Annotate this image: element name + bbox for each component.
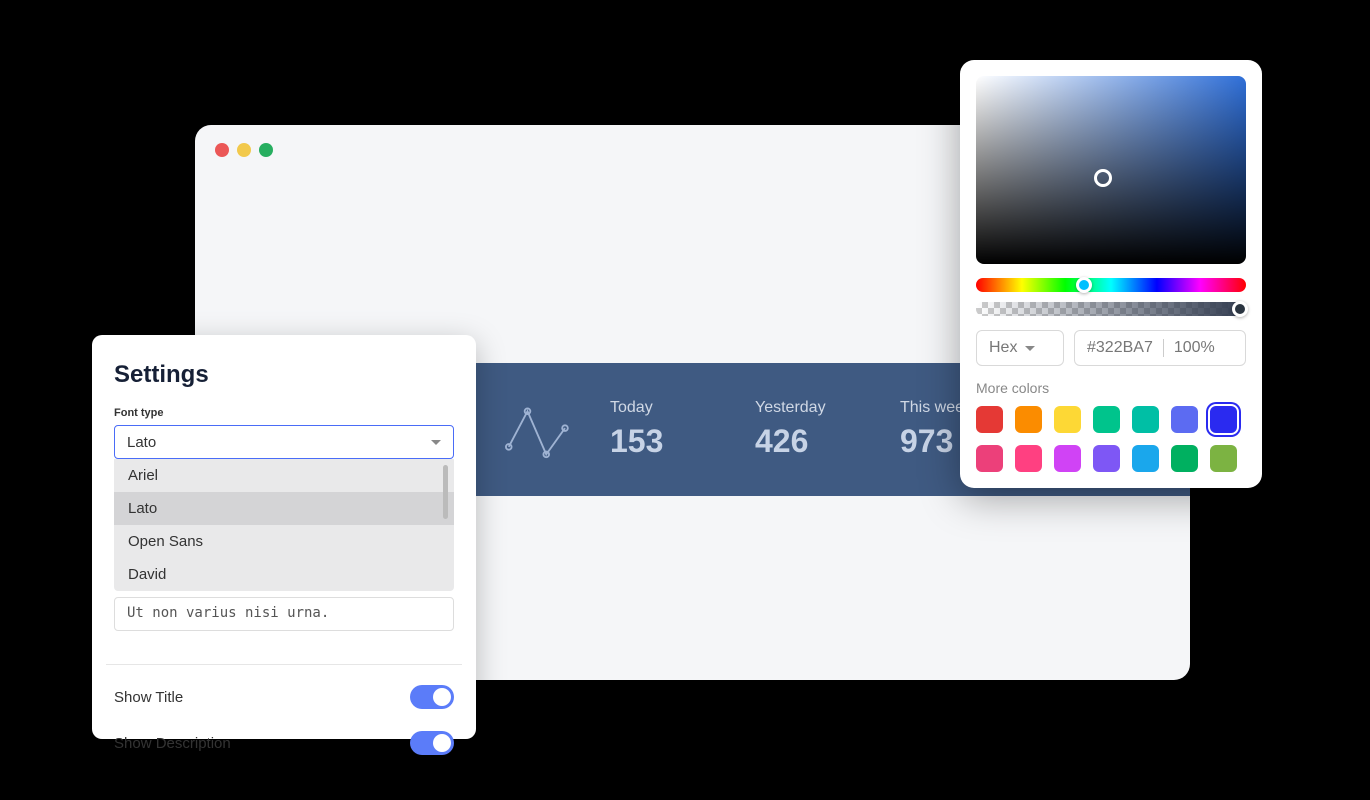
stat-yesterday: Yesterday 426 bbox=[755, 399, 845, 460]
color-swatch[interactable] bbox=[1015, 406, 1042, 433]
color-swatch[interactable] bbox=[976, 406, 1003, 433]
stat-label: Today bbox=[610, 399, 700, 417]
settings-panel: Settings Font type Lato Ariel Lato Open … bbox=[92, 335, 476, 739]
color-format-select[interactable]: Hex bbox=[976, 330, 1064, 366]
description-textarea[interactable] bbox=[114, 597, 454, 631]
window-close-button[interactable] bbox=[215, 143, 229, 157]
color-swatch[interactable] bbox=[1171, 445, 1198, 472]
hue-slider[interactable] bbox=[976, 278, 1246, 292]
toggle-label: Show Description bbox=[114, 735, 231, 752]
color-swatch[interactable] bbox=[1054, 445, 1081, 472]
color-picker-panel: Hex #322BA7 100% More colors bbox=[960, 60, 1262, 488]
chevron-down-icon bbox=[431, 440, 441, 445]
alpha-slider-handle[interactable] bbox=[1232, 301, 1248, 317]
toggle-knob bbox=[433, 688, 451, 706]
color-swatch[interactable] bbox=[976, 445, 1003, 472]
font-option-open-sans[interactable]: Open Sans bbox=[114, 525, 454, 558]
font-type-label: Font type bbox=[114, 407, 454, 419]
alpha-slider[interactable] bbox=[976, 302, 1246, 316]
window-maximize-button[interactable] bbox=[259, 143, 273, 157]
stat-value: 426 bbox=[755, 423, 845, 460]
color-swatch[interactable] bbox=[1015, 445, 1042, 472]
font-option-lato[interactable]: Lato bbox=[114, 492, 454, 525]
dropdown-scrollbar[interactable] bbox=[443, 465, 448, 519]
color-swatch[interactable] bbox=[1210, 445, 1237, 472]
color-swatch[interactable] bbox=[1132, 445, 1159, 472]
stat-label: Yesterday bbox=[755, 399, 845, 417]
color-gradient-field[interactable] bbox=[976, 76, 1246, 264]
stat-value: 153 bbox=[610, 423, 700, 460]
input-divider bbox=[1163, 339, 1164, 357]
window-minimize-button[interactable] bbox=[237, 143, 251, 157]
settings-title: Settings bbox=[114, 361, 454, 389]
divider bbox=[106, 664, 462, 665]
color-swatch[interactable] bbox=[1093, 445, 1120, 472]
color-swatch[interactable] bbox=[1054, 406, 1081, 433]
hue-slider-handle[interactable] bbox=[1076, 277, 1092, 293]
font-dropdown-list: Ariel Lato Open Sans David bbox=[114, 459, 454, 591]
chevron-down-icon bbox=[1025, 346, 1035, 351]
font-select-wrap: Lato Ariel Lato Open Sans David bbox=[114, 425, 454, 591]
more-colors-label: More colors bbox=[976, 380, 1246, 396]
gradient-cursor[interactable] bbox=[1094, 169, 1112, 187]
toggle-knob bbox=[433, 734, 451, 752]
swatch-grid bbox=[976, 406, 1246, 472]
toggle-row-show-title: Show Title bbox=[114, 685, 454, 709]
color-swatch[interactable] bbox=[1210, 406, 1237, 433]
toggle-row-show-description: Show Description bbox=[114, 731, 454, 755]
font-selected-value: Lato bbox=[127, 434, 156, 451]
show-description-toggle[interactable] bbox=[410, 731, 454, 755]
color-input-row: Hex #322BA7 100% bbox=[976, 330, 1246, 366]
toggle-label: Show Title bbox=[114, 689, 183, 706]
sparkline-chart-icon bbox=[505, 400, 580, 460]
hex-value: #322BA7 bbox=[1087, 339, 1153, 357]
stat-today: Today 153 bbox=[610, 399, 700, 460]
color-format-value: Hex bbox=[989, 339, 1017, 357]
color-swatch[interactable] bbox=[1171, 406, 1198, 433]
font-option-david[interactable]: David bbox=[114, 558, 454, 591]
show-title-toggle[interactable] bbox=[410, 685, 454, 709]
font-type-select[interactable]: Lato bbox=[114, 425, 454, 459]
color-swatch[interactable] bbox=[1132, 406, 1159, 433]
window-controls bbox=[215, 143, 273, 157]
opacity-value: 100% bbox=[1174, 339, 1215, 357]
color-swatch[interactable] bbox=[1093, 406, 1120, 433]
hex-input[interactable]: #322BA7 100% bbox=[1074, 330, 1246, 366]
font-option-ariel[interactable]: Ariel bbox=[114, 459, 454, 492]
